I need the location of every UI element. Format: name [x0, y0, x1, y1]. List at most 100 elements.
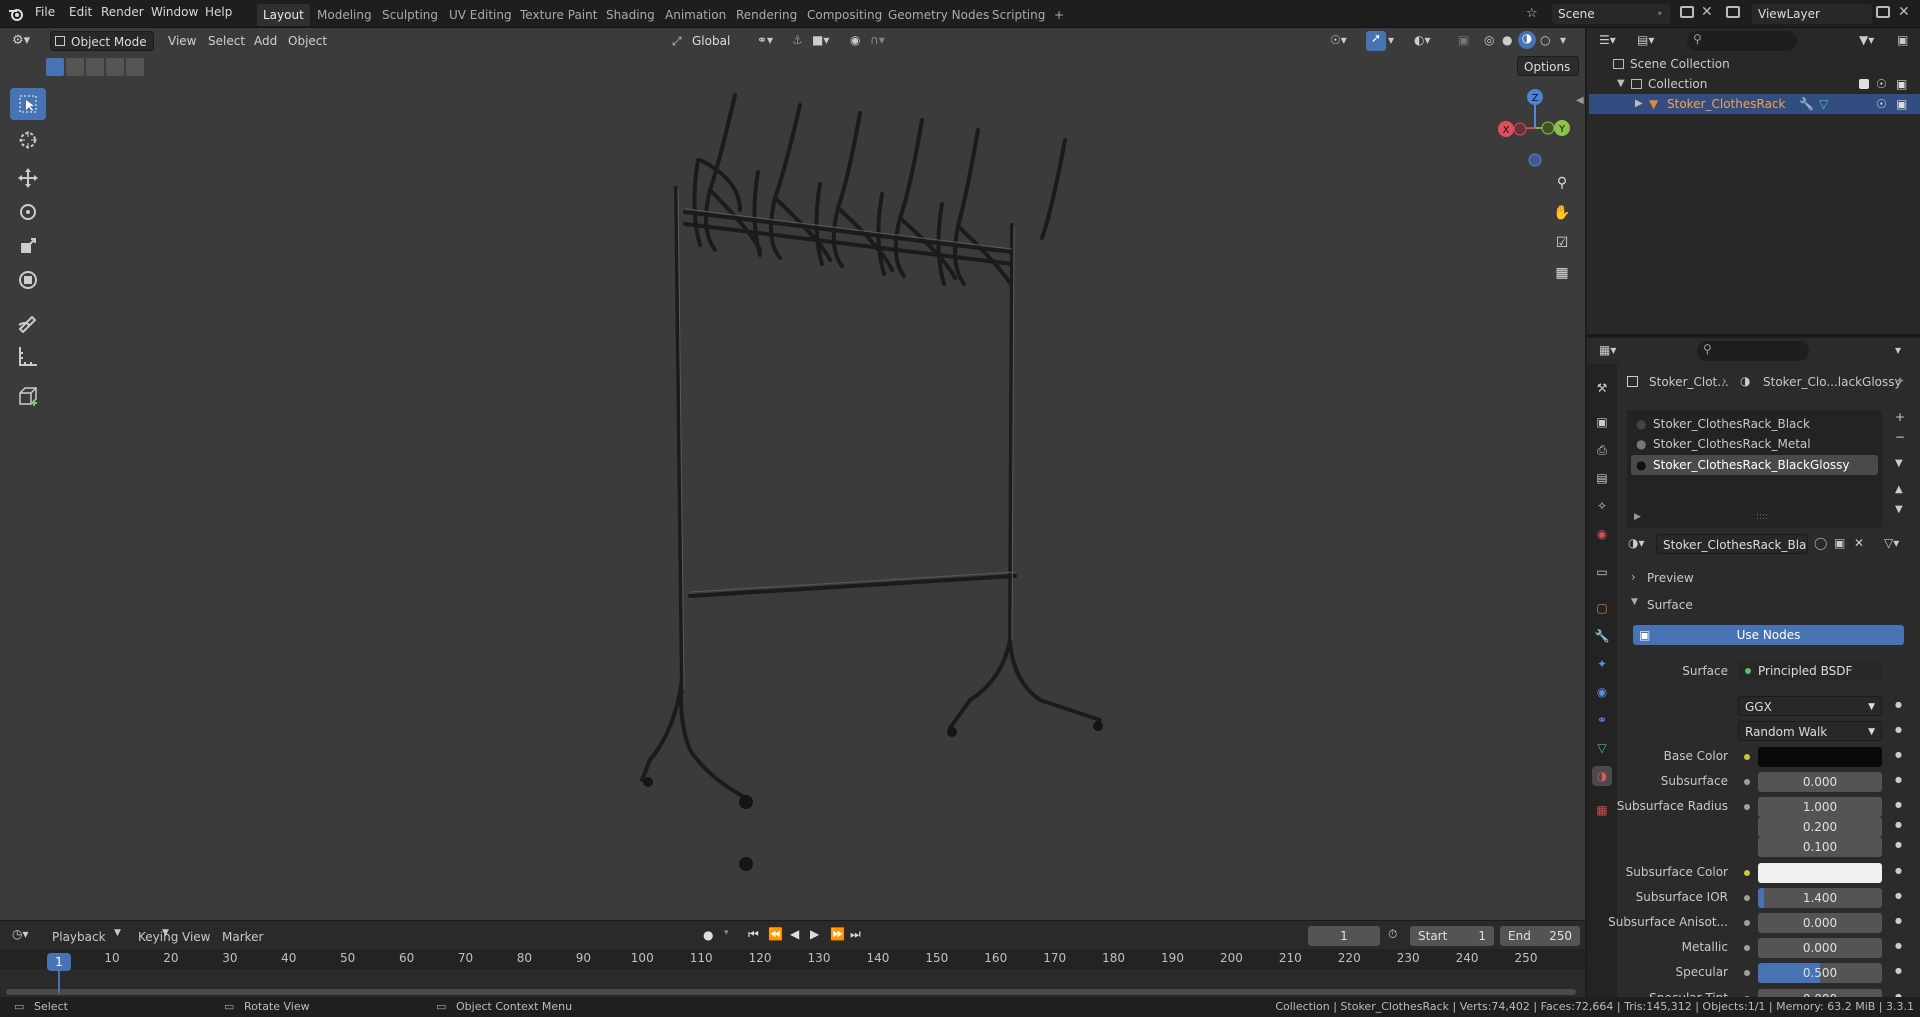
current-frame-field[interactable]: 1: [1308, 926, 1380, 946]
shading-dropdown-icon[interactable]: ▾: [1560, 33, 1566, 47]
wireframe-shading-icon[interactable]: ◎: [1484, 33, 1494, 47]
distribution-dropdown[interactable]: GGX ▼: [1738, 696, 1882, 716]
camera-view-button[interactable]: ☑: [1549, 230, 1575, 256]
render-camera-icon[interactable]: ▣: [1896, 74, 1907, 94]
select-new-icon[interactable]: [46, 58, 64, 76]
value-field[interactable]: 0.000: [1758, 772, 1882, 792]
timeline-scrollbar[interactable]: [6, 989, 1576, 995]
tab-modeling[interactable]: Modeling: [311, 4, 378, 26]
material-shading-icon[interactable]: ◑: [1518, 31, 1536, 49]
sidebar-toggle-icon[interactable]: ◀: [1576, 95, 1584, 106]
tab-uv-editing[interactable]: UV Editing: [443, 4, 518, 26]
color-swatch[interactable]: [1758, 863, 1882, 883]
socket-dot-icon[interactable]: [1744, 804, 1750, 810]
pivot-icon[interactable]: ⚭▾: [757, 33, 773, 47]
unlink-material-icon[interactable]: ✕: [1854, 536, 1864, 550]
menu-playback[interactable]: Playback: [52, 930, 106, 944]
tab-world[interactable]: ◉: [1592, 524, 1612, 544]
value-field[interactable]: 1.000: [1758, 797, 1882, 817]
stopwatch-icon[interactable]: ⏱: [1388, 927, 1397, 942]
cursor-tool[interactable]: [10, 124, 46, 156]
move-down-icon[interactable]: ▼: [1895, 504, 1903, 515]
menu-help[interactable]: Help: [205, 5, 232, 19]
mesh-data-icon[interactable]: ▽: [1819, 94, 1828, 114]
value-field[interactable]: 0.000: [1758, 938, 1882, 958]
end-frame-field[interactable]: End 250: [1500, 926, 1580, 946]
snap-target-icon[interactable]: ■▾: [812, 33, 829, 47]
remove-slot-icon[interactable]: −: [1895, 430, 1905, 444]
editor-type-icon[interactable]: ⚙▾: [12, 33, 30, 48]
outliner-row-stoker-clothesrack[interactable]: ▶ ▼ Stoker_ClothesRack 🔧 ▽ ☉ ▣: [1589, 94, 1920, 114]
tab-geometry-nodes[interactable]: Geometry Nodes: [882, 4, 995, 26]
jump-start-icon[interactable]: ⏮: [748, 927, 759, 942]
tab-rendering[interactable]: Rendering: [730, 4, 803, 26]
value-field[interactable]: 0.000: [1758, 913, 1882, 933]
add-workspace-button[interactable]: +: [1048, 4, 1070, 26]
keyframe-dot-icon[interactable]: ●: [1895, 840, 1902, 849]
tab-render[interactable]: ▣: [1592, 412, 1612, 432]
slot-specials-icon[interactable]: ▼: [1895, 458, 1903, 469]
keyframe-dot-icon[interactable]: ●: [1895, 800, 1902, 809]
tab-tool[interactable]: ⚒: [1592, 378, 1612, 398]
menu-object[interactable]: Object: [288, 34, 327, 48]
expand-icon[interactable]: ▼: [1617, 74, 1625, 94]
menu-view[interactable]: View: [182, 930, 210, 944]
tab-output[interactable]: ⎙: [1592, 440, 1612, 460]
new-scene-icon[interactable]: [1680, 6, 1694, 18]
browse-material-icon[interactable]: ◑▾: [1628, 536, 1645, 550]
socket-dot-icon[interactable]: [1744, 870, 1750, 876]
value-field[interactable]: 0.200: [1758, 817, 1882, 837]
select-extend-icon[interactable]: [66, 58, 84, 76]
timeline-editor-icon[interactable]: ◷▾: [12, 927, 29, 941]
keyframe-dot-icon[interactable]: ●: [1895, 866, 1902, 875]
zoom-view-button[interactable]: ⚲: [1549, 170, 1575, 196]
annotate-tool[interactable]: [10, 306, 46, 338]
menu-add[interactable]: Add: [254, 34, 277, 48]
options-button[interactable]: Options: [1517, 56, 1579, 76]
gizmo-dropdown-icon[interactable]: ▾: [1388, 33, 1394, 47]
tab-layout[interactable]: Layout: [257, 4, 310, 26]
snap-icon[interactable]: ⚓: [792, 33, 803, 47]
keyframe-dot-icon[interactable]: ●: [1895, 941, 1902, 950]
xray-icon[interactable]: ▣: [1458, 33, 1469, 47]
socket-dot-icon[interactable]: [1744, 970, 1750, 976]
menu-file[interactable]: File: [35, 5, 55, 19]
select-box-tool[interactable]: [10, 88, 46, 120]
move-tool[interactable]: [10, 162, 46, 194]
value-field[interactable]: 1.400: [1758, 888, 1882, 908]
keyframe-dot-icon[interactable]: ●: [1895, 775, 1902, 784]
tab-physics[interactable]: ◉: [1592, 682, 1612, 702]
color-swatch[interactable]: [1758, 747, 1882, 767]
move-up-icon[interactable]: ▲: [1895, 484, 1903, 495]
delete-view-layer-icon[interactable]: ✕: [1898, 4, 1910, 20]
blender-logo-icon[interactable]: [8, 6, 24, 22]
properties-search-input[interactable]: [1697, 341, 1809, 361]
surface-shader-selector[interactable]: Principled BSDF: [1738, 661, 1882, 681]
scene-icon[interactable]: ☆: [1526, 6, 1538, 21]
tab-shading[interactable]: Shading: [600, 4, 661, 26]
jump-end-icon[interactable]: ⏭: [850, 927, 861, 942]
gizmo-toggle-icon[interactable]: ➚: [1366, 31, 1386, 51]
tab-object[interactable]: ▢: [1592, 598, 1612, 618]
new-collection-icon[interactable]: ▣: [1897, 33, 1908, 47]
value-field[interactable]: 0.500: [1758, 963, 1882, 983]
select-invert-icon[interactable]: [106, 58, 124, 76]
scale-tool[interactable]: [10, 230, 46, 262]
filter-icon[interactable]: ▼▾: [1859, 33, 1874, 47]
socket-dot-icon[interactable]: [1744, 895, 1750, 901]
menu-view[interactable]: View: [168, 34, 196, 48]
surface-panel-header[interactable]: ▼ Surface: [1625, 594, 1918, 616]
proportional-edit-icon[interactable]: ◉: [850, 33, 860, 47]
view-layer-icon[interactable]: [1726, 6, 1740, 18]
socket-dot-icon[interactable]: [1744, 779, 1750, 785]
keyframe-dot-icon[interactable]: ●: [1895, 916, 1902, 925]
menu-select[interactable]: Select: [208, 34, 245, 48]
keyframe-dot-icon[interactable]: ●: [1895, 891, 1902, 900]
tab-constraints[interactable]: ⚭: [1592, 710, 1612, 730]
render-camera-icon[interactable]: ▣: [1896, 94, 1907, 114]
rotate-tool[interactable]: [10, 196, 46, 228]
duplicate-material-icon[interactable]: ▣: [1834, 536, 1845, 550]
preview-panel-header[interactable]: › Preview: [1625, 567, 1918, 589]
play-icon[interactable]: ▶: [810, 927, 819, 941]
playhead[interactable]: 1: [47, 953, 71, 971]
